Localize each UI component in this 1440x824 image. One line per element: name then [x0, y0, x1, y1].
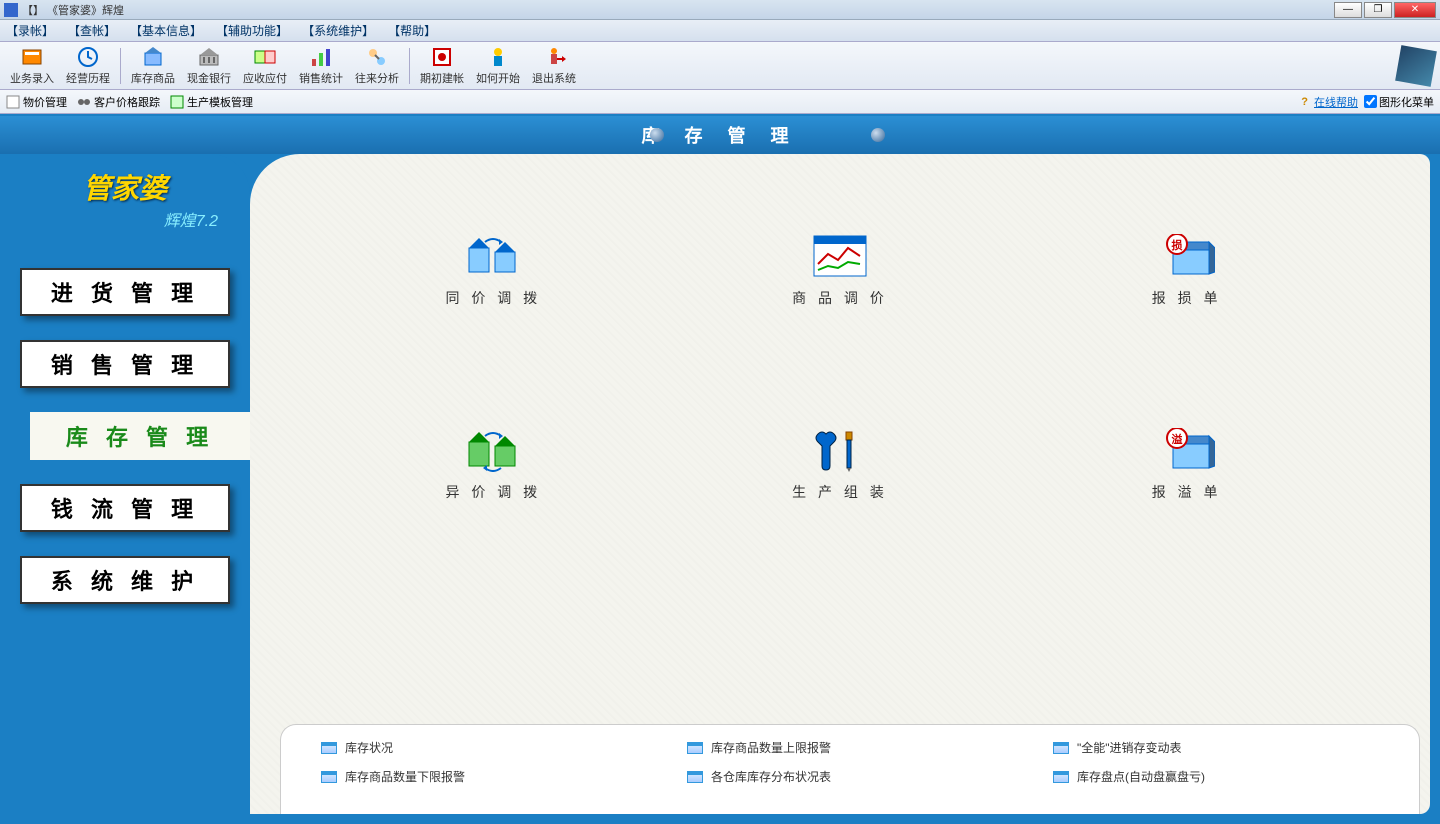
menu-basicinfo[interactable]: 【基本信息】	[130, 22, 202, 39]
content: 同 价 调 拨 商 品 调 价 损 报 损 单 异 价 调 拨	[250, 154, 1440, 824]
warehouse-swap2-icon	[465, 428, 521, 472]
tool-history[interactable]: 经营历程	[60, 43, 116, 88]
subbar: 物价管理 客户价格跟踪 生产模板管理 ? 在线帮助 图形化菜单	[0, 90, 1440, 114]
feature-damage-report[interactable]: 损 报 损 单	[1063, 234, 1310, 308]
nav-inventory[interactable]: 库 存 管 理	[30, 412, 250, 460]
link-stock-status[interactable]: 库存状况	[321, 739, 647, 756]
main-area: 库 存 管 理 管家婆 辉煌7.2 进 货 管 理 销 售 管 理 库 存 管 …	[0, 114, 1440, 824]
doc-icon	[6, 95, 20, 109]
nav-cashflow[interactable]: 钱 流 管 理	[20, 484, 230, 532]
sub-pricetrace[interactable]: 客户价格跟踪	[77, 94, 160, 110]
link-lower-alarm[interactable]: 库存商品数量下限报警	[321, 768, 647, 785]
nav-sysmaint[interactable]: 系 统 维 护	[20, 556, 230, 604]
close-button[interactable]: ✕	[1394, 2, 1436, 18]
tool-stock[interactable]: 库存商品	[125, 43, 181, 88]
maximize-button[interactable]: ❐	[1364, 2, 1392, 18]
app-icon	[4, 3, 18, 17]
feature-grid: 同 价 调 拨 商 品 调 价 损 报 损 单 异 价 调 拨	[290, 204, 1390, 532]
bottom-links-panel: 库存状况 库存商品数量上限报警 "全能"进销存变动表 库存商品数量下限报警 各仓…	[280, 724, 1420, 814]
help-icon[interactable]: ?	[1301, 96, 1308, 108]
sidebar: 管家婆 辉煌7.2 进 货 管 理 销 售 管 理 库 存 管 理 钱 流 管 …	[0, 154, 250, 824]
graphical-menu-checkbox[interactable]: 图形化菜单	[1364, 94, 1434, 110]
feature-diff-price-transfer[interactable]: 异 价 调 拨	[370, 428, 617, 502]
menu-help[interactable]: 【帮助】	[388, 22, 436, 39]
menu-aux[interactable]: 【辅助功能】	[216, 22, 288, 39]
menu-query[interactable]: 【查帐】	[68, 22, 116, 39]
tool-salesstat[interactable]: 销售统计	[293, 43, 349, 88]
table-icon	[1053, 742, 1069, 754]
tool-exit[interactable]: 退出系统	[526, 43, 582, 88]
overflow-box-icon: 溢	[1159, 428, 1215, 472]
table-icon	[321, 771, 337, 783]
feature-same-price-transfer[interactable]: 同 价 调 拨	[370, 234, 617, 308]
menubar: 【录帐】 【查帐】 【基本信息】 【辅助功能】 【系统维护】 【帮助】	[0, 20, 1440, 42]
sub-pricemgmt[interactable]: 物价管理	[6, 94, 67, 110]
tools-icon	[812, 428, 868, 472]
online-help-link[interactable]: 在线帮助	[1314, 94, 1358, 110]
link-upper-alarm[interactable]: 库存商品数量上限报警	[687, 739, 1013, 756]
menu-system[interactable]: 【系统维护】	[302, 22, 374, 39]
feature-price-adjust[interactable]: 商 品 调 价	[717, 234, 964, 308]
svg-text:损: 损	[1171, 238, 1182, 252]
price-chart-icon	[812, 234, 868, 278]
panel: 同 价 调 拨 商 品 调 价 损 报 损 单 异 价 调 拨	[250, 154, 1430, 814]
damage-box-icon: 损	[1159, 234, 1215, 278]
toolbar: 业务录入 经营历程 库存商品 现金银行 应收应付 销售统计 往来分析 期初建帐 …	[0, 42, 1440, 90]
brand-cube-icon	[1395, 45, 1437, 87]
window-controls: ― ❐ ✕	[1334, 2, 1436, 18]
minimize-button[interactable]: ―	[1334, 2, 1362, 18]
table-icon	[321, 742, 337, 754]
header-ornament-right	[871, 128, 885, 142]
link-allinone-report[interactable]: "全能"进销存变动表	[1053, 739, 1379, 756]
nav-sales[interactable]: 销 售 管 理	[20, 340, 230, 388]
page-header: 库 存 管 理	[0, 116, 1440, 154]
table-icon	[687, 771, 703, 783]
template-icon	[170, 95, 184, 109]
window-title: 【】 《管家婆》辉煌	[22, 2, 1334, 18]
table-icon	[687, 742, 703, 754]
titlebar: 【】 《管家婆》辉煌 ― ❐ ✕	[0, 0, 1440, 20]
svg-text:溢: 溢	[1171, 432, 1182, 446]
feature-assembly[interactable]: 生 产 组 装	[717, 428, 964, 502]
menu-record[interactable]: 【录帐】	[6, 22, 54, 39]
warehouse-swap-icon	[465, 234, 521, 278]
table-icon	[1053, 771, 1069, 783]
tool-cashbank[interactable]: 现金银行	[181, 43, 237, 88]
binoculars-icon	[77, 95, 91, 109]
logo-sub: 辉煌7.2	[164, 207, 218, 231]
link-stocktake[interactable]: 库存盘点(自动盘赢盘亏)	[1053, 768, 1379, 785]
link-warehouse-dist[interactable]: 各仓库库存分布状况表	[687, 768, 1013, 785]
tool-howstart[interactable]: 如何开始	[470, 43, 526, 88]
logo: 管家婆 辉煌7.2	[0, 154, 250, 244]
header-ornament-left	[650, 128, 664, 142]
feature-overflow-report[interactable]: 溢 报 溢 单	[1063, 428, 1310, 502]
nav-purchase[interactable]: 进 货 管 理	[20, 268, 230, 316]
page-title: 库 存 管 理	[641, 122, 798, 148]
sub-prodtemplate[interactable]: 生产模板管理	[170, 94, 253, 110]
tool-contacts[interactable]: 往来分析	[349, 43, 405, 88]
tool-bizentry[interactable]: 业务录入	[4, 43, 60, 88]
tool-initaccount[interactable]: 期初建帐	[414, 43, 470, 88]
logo-main: 管家婆	[83, 167, 167, 207]
tool-ar-ap[interactable]: 应收应付	[237, 43, 293, 88]
